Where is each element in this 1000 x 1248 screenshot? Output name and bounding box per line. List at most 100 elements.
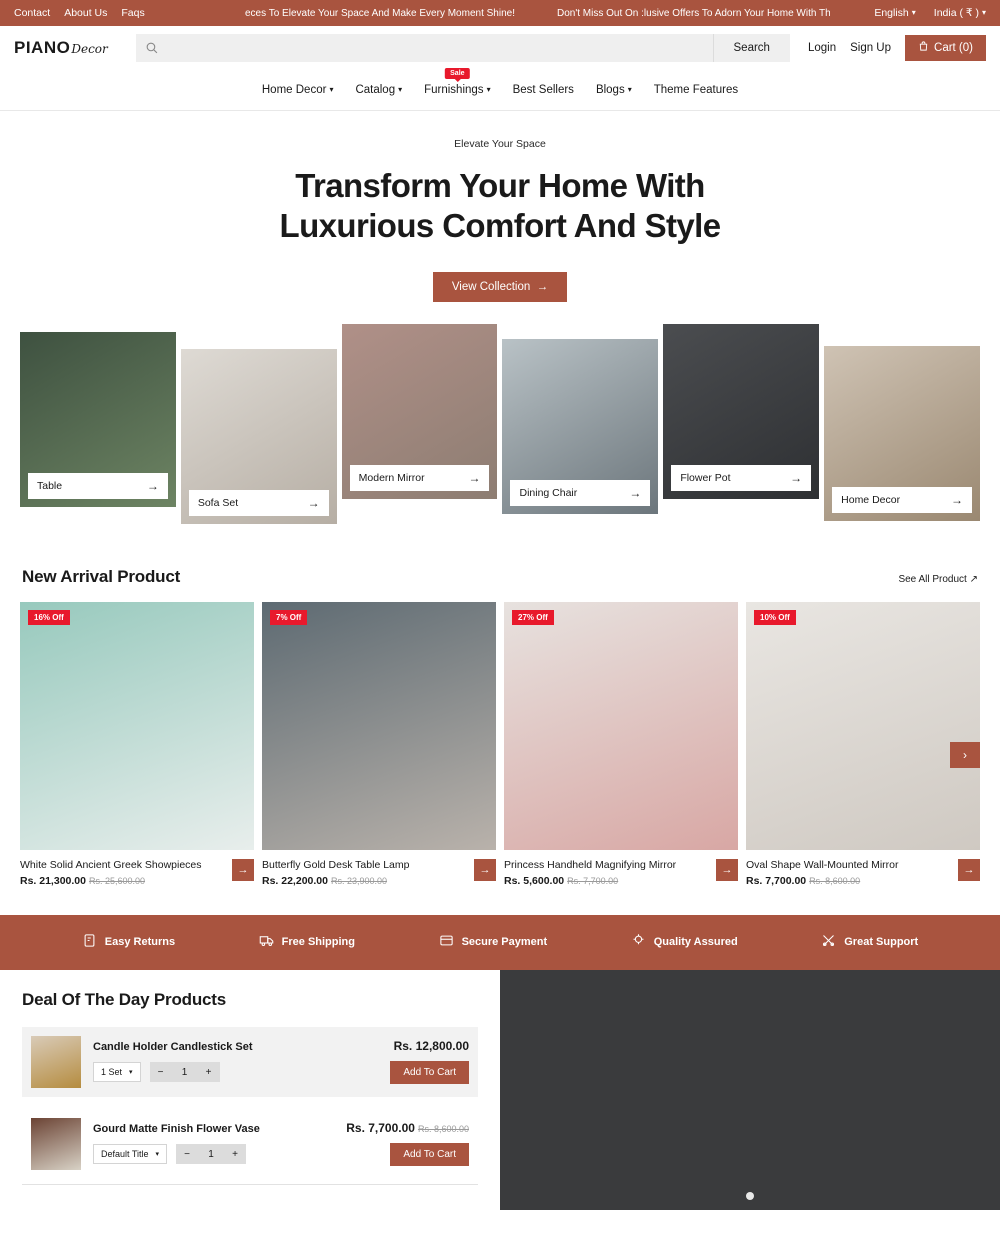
discount-badge: 7% Off — [270, 609, 308, 625]
nav-item-theme-features[interactable]: Theme Features — [654, 84, 738, 96]
category-cards: Table → Sofa Set → Modern Mirror → Dining Chai… — [0, 323, 1000, 539]
category-card-flower-pot[interactable]: Flower Pot → — [663, 323, 820, 499]
category-label-text: Table — [37, 479, 63, 492]
trust-item-secure-payment: Secure Payment — [439, 933, 548, 951]
arrow-right-icon: → — [146, 478, 159, 493]
arrow-right-icon: → — [307, 495, 320, 510]
deal-controls: 1 Set ▾ −1 + — [93, 1062, 378, 1082]
product-card[interactable]: 10% Off Oval Shape Wall-Mounted Mirror Rs.… — [746, 601, 980, 887]
chevron-down-icon: ▾ — [329, 84, 334, 94]
nav-item-home-decor[interactable]: Home Decor ▾ — [262, 84, 334, 96]
deal-title: Deal Of The Day Products — [22, 989, 226, 1009]
product-grid: 16% Off White Solid Ancient Greek Showpie… — [0, 601, 1000, 887]
product-card[interactable]: 16% Off White Solid Ancient Greek Showpie… — [20, 601, 254, 887]
discount-badge: 10% Off — [754, 609, 796, 625]
currency-selector[interactable]: India ( ₹ ) ▾ — [934, 7, 986, 19]
product-name[interactable]: Princess Handheld Magnifying Mirror — [504, 859, 716, 871]
account-links: Login Sign Up — [808, 42, 891, 54]
search-input[interactable] — [166, 41, 713, 54]
category-card-home-decor[interactable]: Home Decor → — [824, 345, 980, 521]
language-selector[interactable]: English ▾ — [874, 7, 915, 19]
category-label-text: Modern Mirror — [358, 471, 425, 484]
marquee-text-1: eces To Elevate Your Space And Make Ever… — [245, 7, 515, 19]
trust-item-label: Easy Returns — [104, 936, 176, 948]
product-add-to-cart-button[interactable]: → — [232, 858, 254, 881]
product-card[interactable]: 27% Off Princess Handheld Magnifying Mirr… — [504, 601, 738, 887]
product-add-to-cart-button[interactable]: → — [716, 858, 738, 881]
new-arrival-title: New Arrival Product — [22, 566, 181, 586]
category-label[interactable]: Flower Pot → — [671, 464, 812, 491]
product-compare-price: Rs. 7,700.00 — [567, 875, 619, 886]
category-label[interactable]: Dining Chair → — [510, 479, 651, 506]
deal-thumbnail[interactable] — [31, 1117, 81, 1170]
cart-button[interactable]: Cart (0) — [905, 34, 986, 61]
announcement-link-about[interactable]: About Us — [64, 7, 107, 19]
deal-details: Gourd Matte Finish Flower Vase Default Ti… — [93, 1123, 334, 1164]
add-to-cart-button[interactable]: Add To Cart — [390, 1061, 469, 1084]
trust-item-label: Free Shipping — [281, 936, 355, 948]
announcement-link-faqs[interactable]: Faqs — [121, 7, 144, 19]
chevron-down-icon: ▾ — [486, 84, 491, 94]
quantity-decrease-button[interactable]: − — [150, 1067, 172, 1078]
hero-section: Elevate Your Space Transform Your Home W… — [0, 111, 1000, 324]
hero-title: Transform Your Home With Luxurious Comfo… — [0, 166, 1000, 247]
product-name[interactable]: Oval Shape Wall-Mounted Mirror — [746, 859, 958, 871]
cart-icon — [918, 40, 929, 55]
product-card[interactable]: 7% Off Butterfly Gold Desk Table Lamp Rs. … — [262, 601, 496, 887]
signup-link[interactable]: Sign Up — [850, 42, 891, 54]
deal-price: Rs. 7,700.00 Rs. 8,600.00 — [346, 1121, 469, 1135]
product-text: Oval Shape Wall-Mounted Mirror Rs. 7,700.… — [746, 859, 958, 887]
nav-item-label: Home Decor — [261, 83, 327, 96]
quantity-value: 1 — [208, 1148, 214, 1160]
quantity-decrease-button[interactable]: − — [176, 1149, 198, 1160]
deal-variant-select[interactable]: Default Title ▾ — [93, 1144, 168, 1164]
product-add-to-cart-button[interactable]: → — [474, 858, 496, 881]
cart-label: Cart (0) — [934, 41, 973, 54]
hero-title-line-1: Transform Your Home With — [295, 167, 705, 204]
product-image: 7% Off — [262, 601, 496, 850]
product-name[interactable]: White Solid Ancient Greek Showpieces — [20, 859, 232, 871]
deal-compare-price: Rs. 8,600.00 — [417, 1124, 469, 1134]
discount-badge: 27% Off — [512, 609, 554, 625]
carousel-dot[interactable] — [746, 1191, 754, 1200]
chevron-down-icon: ▾ — [398, 84, 403, 94]
nav-item-catalog[interactable]: Catalog ▾ — [355, 84, 402, 96]
deal-variant-select[interactable]: 1 Set ▾ — [93, 1062, 141, 1082]
category-card-dining-chair[interactable]: Dining Chair → — [502, 338, 659, 514]
card-icon — [439, 933, 454, 951]
carousel-next-button[interactable]: › — [950, 741, 980, 768]
product-name[interactable]: Butterfly Gold Desk Table Lamp — [262, 859, 474, 871]
badge-icon — [631, 933, 646, 951]
search-button[interactable]: Search — [712, 33, 790, 62]
category-card-table[interactable]: Table → — [20, 331, 176, 507]
search-bar[interactable]: Search — [136, 33, 790, 62]
nav-item-furnishings[interactable]: Sale Furnishings ▾ — [424, 67, 491, 96]
quantity-increase-button[interactable]: + — [224, 1149, 246, 1160]
view-collection-button[interactable]: View Collection → — [432, 271, 568, 302]
deal-product-name[interactable]: Gourd Matte Finish Flower Vase — [93, 1123, 334, 1135]
category-label[interactable]: Modern Mirror → — [349, 464, 490, 491]
product-add-to-cart-button[interactable]: → — [958, 858, 980, 881]
deal-product-name[interactable]: Candle Holder Candlestick Set — [93, 1041, 378, 1053]
deal-banner-image — [500, 969, 1000, 1210]
nav-item-label: Blogs — [595, 83, 625, 96]
nav-item-blogs[interactable]: Blogs ▾ — [596, 84, 632, 96]
chevron-down-icon: ▾ — [155, 1151, 160, 1158]
trust-item-label: Secure Payment — [461, 936, 548, 948]
see-all-product-link[interactable]: See All Product ↗ — [898, 574, 978, 585]
category-label[interactable]: Sofa Set → — [188, 489, 329, 516]
nav-item-best-sellers[interactable]: Best Sellers — [513, 84, 574, 96]
login-link[interactable]: Login — [808, 42, 836, 54]
logo[interactable]: PIANO Decor — [14, 38, 122, 58]
category-card-modern-mirror[interactable]: Modern Mirror → — [341, 323, 498, 499]
new-arrival-header: New Arrival Product See All Product ↗ — [0, 567, 1000, 587]
quantity-increase-button[interactable]: + — [198, 1067, 220, 1078]
announcement-link-contact[interactable]: Contact — [14, 7, 50, 19]
category-label[interactable]: Home Decor → — [832, 486, 972, 513]
category-label-text: Home Decor — [841, 493, 901, 506]
category-card-sofa-set[interactable]: Sofa Set → — [180, 348, 337, 524]
add-to-cart-button[interactable]: Add To Cart — [390, 1143, 469, 1166]
deal-thumbnail[interactable] — [31, 1035, 81, 1088]
category-label[interactable]: Table → — [28, 472, 168, 499]
product-info: White Solid Ancient Greek Showpieces Rs. … — [20, 858, 254, 887]
